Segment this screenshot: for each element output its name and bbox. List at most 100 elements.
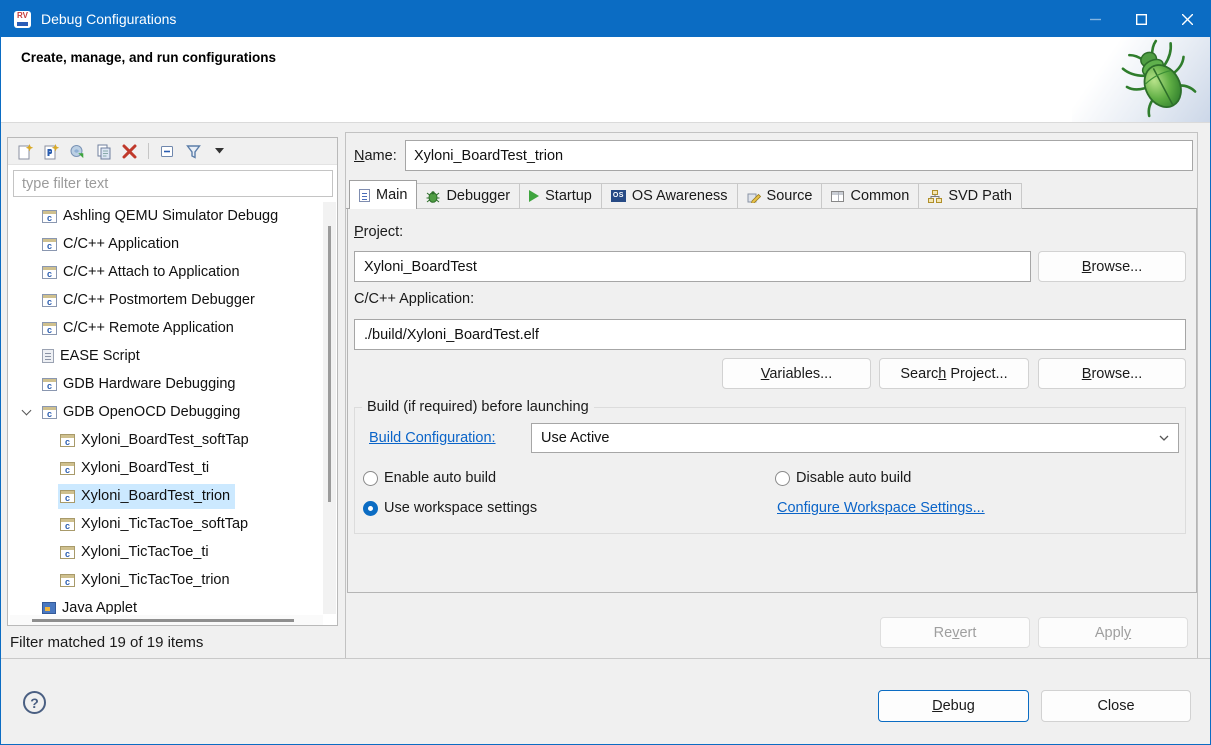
- tree-item-boardtest-ti[interactable]: cXyloni_BoardTest_ti: [9, 454, 324, 482]
- radio-enable-auto-build[interactable]: [363, 471, 378, 486]
- selected-row-highlight: cXyloni_BoardTest_trion: [58, 484, 235, 509]
- radio-disable-auto-build[interactable]: [775, 471, 790, 486]
- tree-item-tictactoe-trion[interactable]: cXyloni_TicTacToe_trion: [9, 566, 324, 594]
- apply-button[interactable]: Apply: [1038, 617, 1188, 648]
- scrollbar-thumb[interactable]: [32, 619, 294, 622]
- minimize-icon: [1090, 14, 1101, 25]
- radio-use-workspace-settings[interactable]: [363, 501, 378, 516]
- source-icon: [747, 190, 761, 203]
- tab-debugger[interactable]: Debugger: [416, 183, 520, 209]
- close-dialog-button[interactable]: Close: [1041, 690, 1191, 722]
- project-input[interactable]: [354, 251, 1031, 282]
- view-menu-button[interactable]: [209, 141, 230, 162]
- close-button[interactable]: [1164, 1, 1210, 37]
- document-icon: [359, 189, 370, 202]
- c-application-icon: c: [42, 266, 57, 279]
- c-application-icon: c: [42, 322, 57, 335]
- launch-config-panel: cAshling QEMU Simulator Debugg cC/C++ Ap…: [7, 137, 338, 626]
- c-application-icon: c: [42, 378, 57, 391]
- c-launch-icon: c: [60, 490, 75, 503]
- banner: Create, manage, and run configurations: [1, 37, 1210, 123]
- browse-project-button[interactable]: Browse...: [1038, 251, 1186, 282]
- tree-item-cpp-application[interactable]: cC/C++ Application: [9, 230, 324, 258]
- name-field-label: Name:: [354, 148, 397, 164]
- filter-button[interactable]: [183, 141, 204, 162]
- build-group: Build (if required) before launching Bui…: [354, 399, 1186, 534]
- close-icon: [1182, 14, 1193, 25]
- application-input[interactable]: [354, 319, 1186, 350]
- c-application-icon: c: [42, 294, 57, 307]
- help-button[interactable]: ?: [23, 691, 46, 714]
- beetle-icon: [1120, 39, 1198, 119]
- filter-input[interactable]: [13, 170, 333, 197]
- radio-enable-auto-build-label: Enable auto build: [384, 470, 496, 486]
- export-config-button[interactable]: [67, 141, 88, 162]
- tree-item-ashling-qemu[interactable]: cAshling QEMU Simulator Debugg: [9, 202, 324, 230]
- name-input[interactable]: [405, 140, 1193, 171]
- window-title: Debug Configurations: [41, 11, 176, 27]
- radio-disable-auto-build-label: Disable auto build: [796, 470, 911, 486]
- tree-horizontal-scrollbar[interactable]: [10, 615, 323, 625]
- java-applet-icon: [42, 602, 56, 614]
- debug-button[interactable]: Debug: [878, 690, 1029, 722]
- build-configuration-select[interactable]: Use Active: [531, 423, 1179, 453]
- config-toolbar: [8, 138, 337, 165]
- tree-item-ease-script[interactable]: EASE Script: [9, 342, 324, 370]
- tab-common[interactable]: Common: [821, 183, 919, 209]
- tab-startup[interactable]: Startup: [519, 183, 602, 209]
- os-icon: OS: [611, 190, 626, 202]
- build-configuration-link[interactable]: Build Configuration:: [369, 430, 496, 446]
- minimize-button[interactable]: [1072, 1, 1118, 37]
- search-project-button[interactable]: Search Project...: [879, 358, 1029, 389]
- c-application-icon: c: [42, 238, 57, 251]
- delete-button[interactable]: [119, 141, 140, 162]
- tree-vertical-scrollbar[interactable]: [323, 202, 336, 614]
- window-controls: [1072, 1, 1210, 37]
- new-config-icon: [17, 143, 34, 160]
- tree-item-cpp-postmortem[interactable]: cC/C++ Postmortem Debugger: [9, 286, 324, 314]
- duplicate-icon: [95, 143, 112, 160]
- export-config-icon: [69, 143, 86, 160]
- maximize-button[interactable]: [1118, 1, 1164, 37]
- c-application-icon: c: [42, 406, 57, 419]
- chevron-down-icon[interactable]: [22, 406, 32, 416]
- tab-main[interactable]: Main: [349, 180, 417, 209]
- build-group-title: Build (if required) before launching: [362, 399, 594, 415]
- duplicate-button[interactable]: [93, 141, 114, 162]
- variables-button[interactable]: Variables...: [722, 358, 871, 389]
- revert-button[interactable]: Revert: [880, 617, 1030, 648]
- tree-item-gdb-hardware[interactable]: cGDB Hardware Debugging: [9, 370, 324, 398]
- tree-item-gdb-openocd[interactable]: cGDB OpenOCD Debugging: [9, 398, 324, 426]
- tree-item-tictactoe-ti[interactable]: cXyloni_TicTacToe_ti: [9, 538, 324, 566]
- toolbar-separator: [148, 143, 149, 159]
- new-config-button[interactable]: [15, 141, 36, 162]
- banner-art: [1072, 37, 1210, 122]
- collapse-all-icon: [159, 143, 176, 160]
- new-prototype-button[interactable]: [41, 141, 62, 162]
- bug-icon: [426, 190, 440, 203]
- tree-item-cpp-remote[interactable]: cC/C++ Remote Application: [9, 314, 324, 342]
- scrollbar-thumb[interactable]: [328, 226, 331, 502]
- filter-icon: [185, 143, 202, 160]
- banner-title: Create, manage, and run configurations: [21, 50, 276, 65]
- configure-workspace-settings-link[interactable]: Configure Workspace Settings...: [777, 500, 985, 516]
- tab-svd-path[interactable]: SVD Path: [918, 183, 1022, 209]
- radio-use-workspace-settings-label: Use workspace settings: [384, 500, 537, 516]
- c-launch-icon: c: [60, 546, 75, 559]
- hierarchy-icon: [928, 190, 942, 203]
- tab-os-awareness[interactable]: OS OS Awareness: [601, 183, 738, 209]
- application-label: C/C++ Application:: [354, 291, 474, 307]
- tree-item-boardtest-trion[interactable]: cXyloni_BoardTest_trion: [9, 482, 324, 510]
- c-launch-icon: c: [60, 462, 75, 475]
- tree-item-tictactoe-softtap[interactable]: cXyloni_TicTacToe_softTap: [9, 510, 324, 538]
- collapse-all-button[interactable]: [157, 141, 178, 162]
- tab-source[interactable]: Source: [737, 183, 823, 209]
- tree-item-cpp-attach[interactable]: cC/C++ Attach to Application: [9, 258, 324, 286]
- tree-item-boardtest-softtap[interactable]: cXyloni_BoardTest_softTap: [9, 426, 324, 454]
- tree-item-java-applet[interactable]: Java Applet: [9, 594, 324, 614]
- c-launch-icon: c: [60, 518, 75, 531]
- config-tree: cAshling QEMU Simulator Debugg cC/C++ Ap…: [9, 202, 324, 614]
- script-icon: [42, 349, 54, 363]
- browse-application-button[interactable]: Browse...: [1038, 358, 1186, 389]
- c-launch-icon: c: [60, 574, 75, 587]
